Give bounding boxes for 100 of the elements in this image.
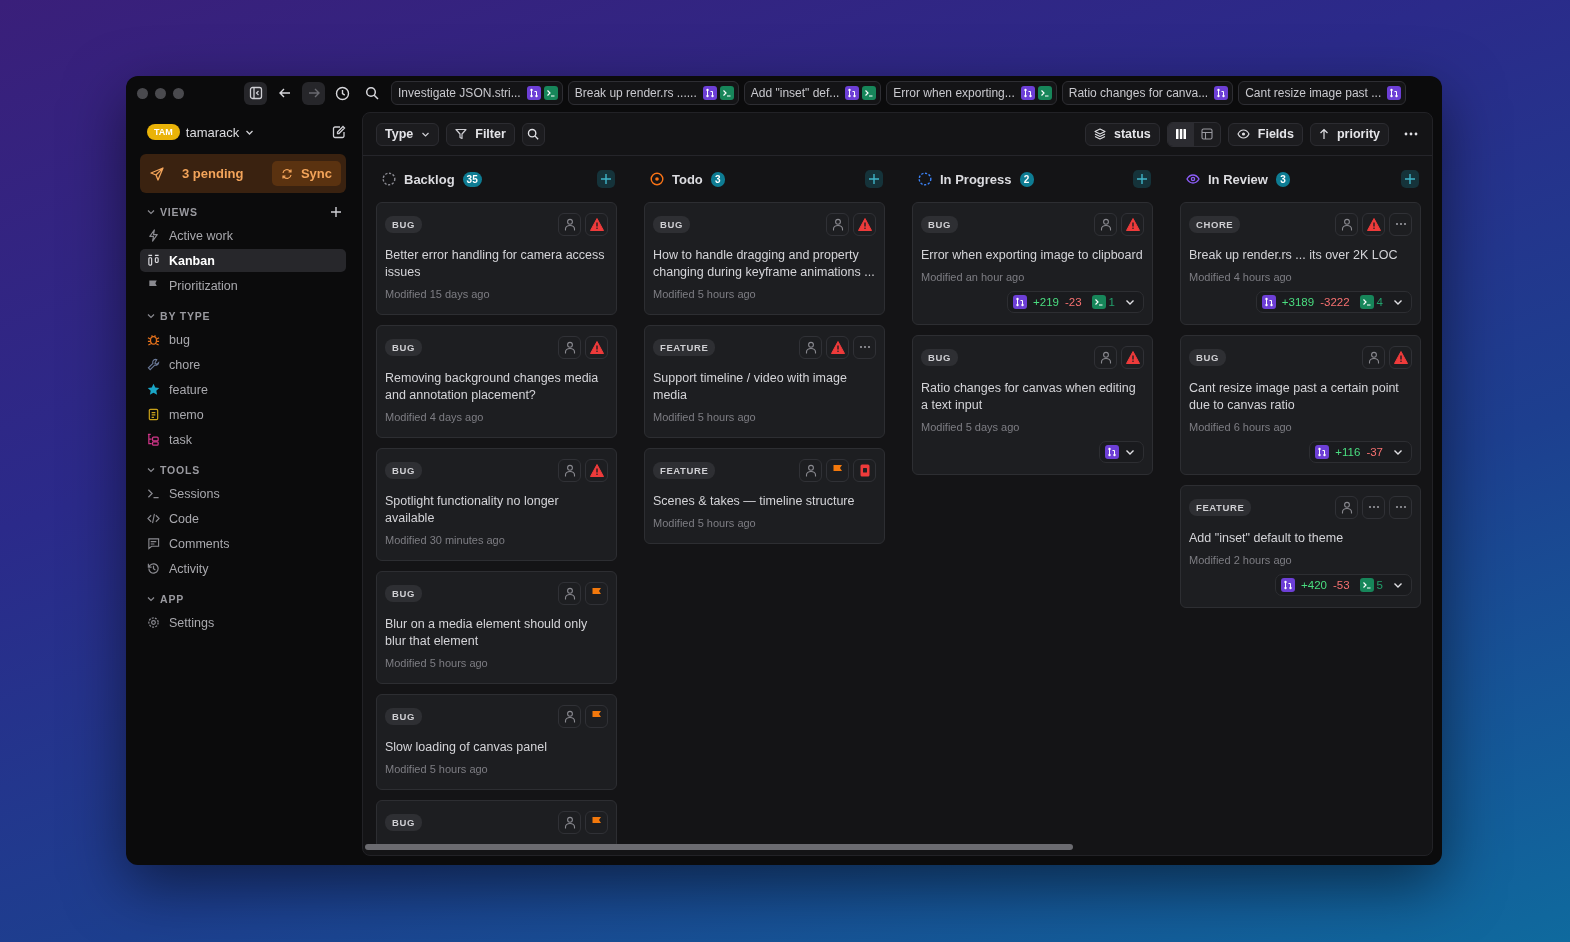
issue-card[interactable]: BUG Ratio changes for canvas when editing a text input Modified 5 days ago bbox=[912, 335, 1153, 475]
person-icon[interactable] bbox=[558, 335, 581, 359]
warning-icon[interactable] bbox=[1121, 212, 1144, 236]
person-icon[interactable] bbox=[1094, 212, 1117, 236]
person-icon[interactable] bbox=[799, 458, 822, 482]
window-control[interactable] bbox=[137, 87, 148, 99]
sync-button[interactable]: Sync bbox=[271, 161, 341, 186]
window-control[interactable] bbox=[173, 87, 184, 99]
bug-icon bbox=[147, 333, 160, 346]
sidebar-item[interactable]: Activity bbox=[140, 557, 346, 580]
session-tab[interactable]: Error when exporting... bbox=[886, 81, 1057, 105]
issue-card[interactable]: BUG Blur on a media element should only blur that element Modified 5 hours ago bbox=[376, 571, 617, 684]
pr-summary[interactable] bbox=[1099, 441, 1144, 463]
issue-card[interactable]: BUG Spotlight functionality no longer available Modified 30 minutes ago bbox=[376, 448, 617, 561]
sidebar-item[interactable]: Active work bbox=[140, 224, 346, 247]
warning-icon[interactable] bbox=[585, 458, 608, 482]
issue-card[interactable]: BUG Removing background changes media and annotation placement? Modified 4 days ago bbox=[376, 325, 617, 438]
group-by-button[interactable]: status bbox=[1085, 122, 1160, 146]
person-icon[interactable] bbox=[1362, 345, 1385, 369]
issue-card[interactable]: BUG Error when exporting image to clipboard Modified an hour ago +219 -23 1 bbox=[912, 202, 1153, 325]
comment-icon bbox=[147, 537, 160, 550]
sort-button[interactable]: priority bbox=[1309, 122, 1389, 146]
workspace-switcher[interactable]: tamarack bbox=[185, 124, 255, 140]
section-header[interactable]: APP bbox=[140, 593, 184, 605]
blocked-icon[interactable] bbox=[853, 458, 876, 482]
sidebar-item[interactable]: chore bbox=[140, 353, 346, 376]
type-dropdown[interactable]: Type bbox=[376, 122, 440, 146]
edit-icon[interactable] bbox=[332, 125, 346, 139]
add-card-icon[interactable] bbox=[1133, 170, 1151, 188]
warning-icon[interactable] bbox=[1362, 212, 1385, 236]
add-card-icon[interactable] bbox=[597, 170, 615, 188]
issue-card[interactable]: BUG bbox=[376, 800, 617, 844]
issue-card[interactable]: CHORE Break up render.rs ... its over 2K LOC Modified 4 hours ago +3189 -3222 4 bbox=[1180, 202, 1421, 325]
sidebar-item[interactable]: Settings bbox=[140, 611, 346, 634]
chevron-down-icon[interactable] bbox=[1393, 297, 1403, 307]
sidebar-item[interactable]: Comments bbox=[140, 532, 346, 555]
sidebar-item[interactable]: bug bbox=[140, 328, 346, 351]
issue-card[interactable]: BUG How to handle dragging and property changing during keyframe animations ... Modified 5 hours ago bbox=[644, 202, 885, 315]
person-icon[interactable] bbox=[1335, 495, 1358, 519]
chevron-down-icon[interactable] bbox=[1125, 447, 1135, 457]
sidebar-item[interactable]: Code bbox=[140, 507, 346, 530]
add-icon[interactable] bbox=[331, 207, 341, 217]
add-card-icon[interactable] bbox=[865, 170, 883, 188]
pr-summary[interactable]: +3189 -3222 4 bbox=[1255, 291, 1412, 313]
person-icon[interactable] bbox=[558, 704, 581, 728]
issue-card[interactable]: FEATURE Support timeline / video with image media Modified 5 hours ago bbox=[644, 325, 885, 438]
flag-icon[interactable] bbox=[585, 581, 608, 605]
chevron-down-icon[interactable] bbox=[1393, 447, 1403, 457]
issue-card[interactable]: BUG Slow loading of canvas panel Modified 5 hours ago bbox=[376, 694, 617, 790]
sidebar-item[interactable]: task bbox=[140, 428, 346, 451]
sidebar-item[interactable]: Prioritization bbox=[140, 274, 346, 297]
issue-card[interactable]: BUG Better error handling for camera access issues Modified 15 days ago bbox=[376, 202, 617, 315]
section-header[interactable]: TOOLS bbox=[140, 464, 200, 476]
warning-icon[interactable] bbox=[585, 335, 608, 359]
pr-summary[interactable]: +219 -23 1 bbox=[1007, 291, 1144, 313]
board-view-icon[interactable] bbox=[1167, 122, 1194, 146]
chevron-down-icon[interactable] bbox=[1125, 297, 1135, 307]
filter-button[interactable]: Filter bbox=[446, 122, 515, 146]
sidebar-item[interactable]: Kanban bbox=[140, 249, 346, 272]
sidebar-item[interactable]: Sessions bbox=[140, 482, 346, 505]
section-header[interactable]: BY TYPE bbox=[140, 310, 211, 322]
person-icon[interactable] bbox=[558, 458, 581, 482]
warning-icon[interactable] bbox=[585, 212, 608, 236]
window-control[interactable] bbox=[155, 87, 166, 99]
warning-icon[interactable] bbox=[853, 212, 876, 236]
forward-arrow-icon[interactable] bbox=[302, 81, 325, 105]
warning-icon[interactable] bbox=[1121, 345, 1144, 369]
person-icon[interactable] bbox=[1335, 212, 1358, 236]
session-tab[interactable]: Ratio changes for canva... bbox=[1061, 81, 1234, 105]
warning-icon[interactable] bbox=[826, 335, 849, 359]
type-tag: BUG bbox=[385, 461, 422, 479]
fields-button[interactable]: Fields bbox=[1227, 122, 1303, 146]
sidebar-item[interactable]: memo bbox=[140, 403, 346, 426]
chevron-down-icon[interactable] bbox=[1393, 580, 1403, 590]
person-icon[interactable] bbox=[558, 810, 581, 834]
person-icon[interactable] bbox=[826, 212, 849, 236]
section-header[interactable]: VIEWS bbox=[140, 206, 198, 218]
session-tab[interactable]: Break up render.rs ...... bbox=[567, 81, 739, 105]
scrollbar[interactable] bbox=[365, 844, 1073, 850]
search-button[interactable] bbox=[521, 122, 545, 146]
flag-icon[interactable] bbox=[585, 810, 608, 834]
session-tab[interactable]: Add "inset" def... bbox=[743, 81, 882, 105]
flag-icon[interactable] bbox=[585, 704, 608, 728]
issue-card[interactable]: BUG Cant resize image past a certain point due to canvas ratio Modified 6 hours ago +116 -37 bbox=[1180, 335, 1421, 475]
pr-summary[interactable]: +420 -53 5 bbox=[1275, 574, 1412, 596]
person-icon[interactable] bbox=[799, 335, 822, 359]
warning-icon[interactable] bbox=[1389, 345, 1412, 369]
session-tab[interactable]: Cant resize image past ... bbox=[1238, 81, 1407, 105]
pr-summary[interactable]: +116 -37 bbox=[1309, 441, 1412, 463]
person-icon[interactable] bbox=[558, 581, 581, 605]
flag-icon[interactable] bbox=[826, 458, 849, 482]
add-card-icon[interactable] bbox=[1401, 170, 1419, 188]
sidebar-toggle-icon[interactable] bbox=[244, 81, 267, 105]
session-tab[interactable]: Investigate JSON.stri... bbox=[391, 81, 563, 105]
issue-card[interactable]: FEATURE Add "inset" default to theme Modified 2 hours ago +420 -53 5 bbox=[1180, 485, 1421, 608]
more-icon[interactable] bbox=[1404, 132, 1418, 136]
issue-card[interactable]: FEATURE Scenes & takes — timeline structure Modified 5 hours ago bbox=[644, 448, 885, 544]
person-icon[interactable] bbox=[1094, 345, 1117, 369]
sidebar-item[interactable]: feature bbox=[140, 378, 346, 401]
person-icon[interactable] bbox=[558, 212, 581, 236]
